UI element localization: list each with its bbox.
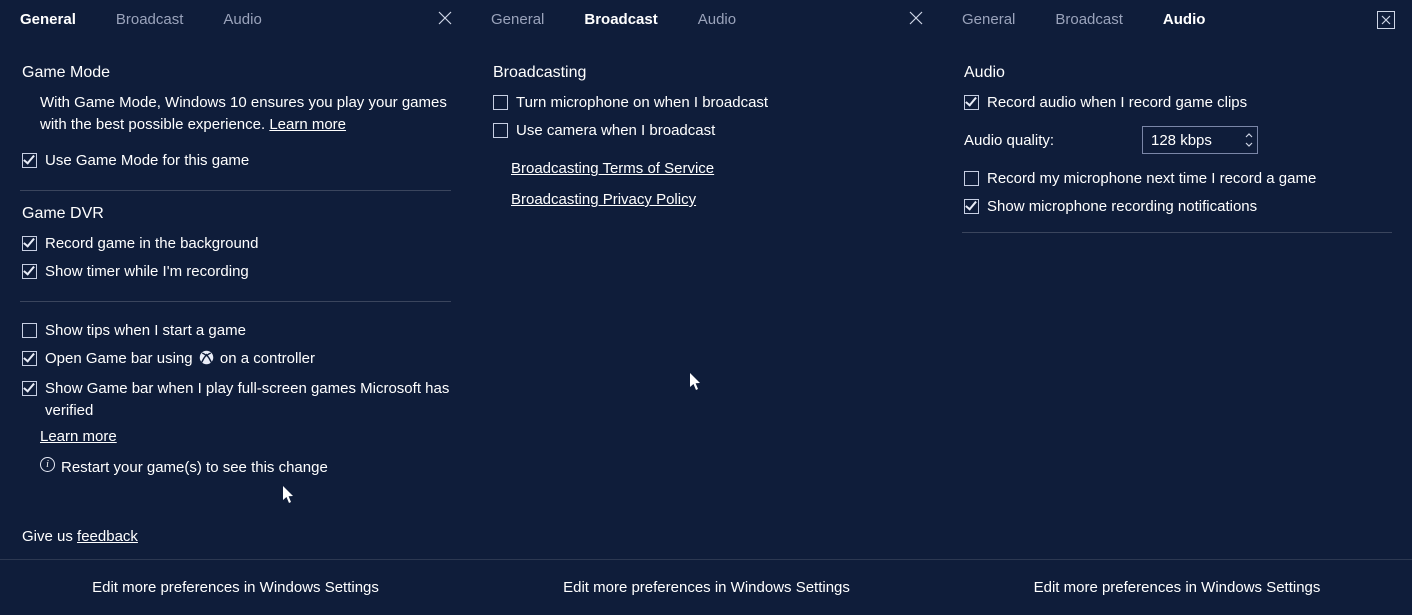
- footer-link[interactable]: Edit more preferences in Windows Setting…: [471, 559, 942, 615]
- feedback-link[interactable]: feedback: [77, 528, 138, 545]
- footer-link[interactable]: Edit more preferences in Windows Setting…: [942, 559, 1412, 615]
- audio-quality-label: Audio quality:: [964, 132, 1142, 149]
- record-bg-checkbox[interactable]: [22, 236, 37, 251]
- record-mic-label: Record my microphone next time I record …: [987, 168, 1392, 190]
- cam-on-checkbox[interactable]: [493, 123, 508, 138]
- show-tips-label: Show tips when I start a game: [45, 320, 451, 342]
- game-mode-title: Game Mode: [22, 64, 451, 82]
- tab-general[interactable]: General: [962, 0, 1029, 40]
- cam-on-label: Use camera when I broadcast: [516, 120, 922, 142]
- xbox-icon: [199, 350, 214, 372]
- use-game-mode-checkbox[interactable]: [22, 153, 37, 168]
- close-icon: [438, 11, 452, 29]
- game-mode-desc: With Game Mode, Windows 10 ensures you p…: [40, 92, 451, 136]
- audio-quality-select[interactable]: 128 kbps: [1142, 126, 1258, 154]
- tab-audio[interactable]: Audio: [698, 0, 750, 40]
- learn-more-link[interactable]: Learn more: [269, 116, 346, 133]
- show-timer-checkbox[interactable]: [22, 264, 37, 279]
- tab-broadcast[interactable]: Broadcast: [1055, 0, 1137, 40]
- show-timer-label: Show timer while I'm recording: [45, 261, 451, 283]
- learn-more-fullscreen-link[interactable]: Learn more: [40, 428, 117, 445]
- spinner-icon: [1245, 132, 1253, 148]
- tab-broadcast[interactable]: Broadcast: [584, 0, 671, 40]
- tabs-panel1: General Broadcast Audio: [0, 0, 471, 40]
- tab-audio[interactable]: Audio: [223, 0, 275, 40]
- audio-quality-value: 128 kbps: [1151, 132, 1212, 149]
- open-gamebar-label: Open Game bar using on a controller: [45, 348, 451, 372]
- record-bg-label: Record game in the background: [45, 233, 451, 255]
- tab-broadcast[interactable]: Broadcast: [116, 0, 198, 40]
- tab-general[interactable]: General: [20, 0, 90, 40]
- close-button[interactable]: [896, 0, 936, 40]
- show-mic-notif-label: Show microphone recording notifications: [987, 196, 1392, 218]
- mic-on-checkbox[interactable]: [493, 95, 508, 110]
- game-dvr-title: Game DVR: [22, 205, 451, 223]
- use-game-mode-label: Use Game Mode for this game: [45, 150, 451, 172]
- show-tips-checkbox[interactable]: [22, 323, 37, 338]
- audio-title: Audio: [964, 64, 1392, 82]
- close-button[interactable]: [1366, 0, 1406, 40]
- open-gamebar-checkbox[interactable]: [22, 351, 37, 366]
- privacy-link[interactable]: Broadcasting Privacy Policy: [511, 191, 922, 208]
- close-icon: [909, 11, 923, 29]
- footer-link[interactable]: Edit more preferences in Windows Setting…: [0, 559, 471, 615]
- broadcasting-title: Broadcasting: [493, 64, 922, 82]
- fullscreen-label: Show Game bar when I play full-screen ga…: [45, 378, 451, 422]
- info-icon: i: [40, 457, 55, 472]
- show-mic-notif-checkbox[interactable]: [964, 199, 979, 214]
- mic-on-label: Turn microphone on when I broadcast: [516, 92, 922, 114]
- tabs-panel3: General Broadcast Audio: [942, 0, 1412, 40]
- feedback-line: Give us feedback: [22, 528, 138, 545]
- record-audio-checkbox[interactable]: [964, 95, 979, 110]
- close-button[interactable]: [425, 0, 465, 40]
- tos-link[interactable]: Broadcasting Terms of Service: [511, 160, 922, 177]
- restart-note: Restart your game(s) to see this change: [61, 457, 451, 479]
- record-mic-checkbox[interactable]: [964, 171, 979, 186]
- tab-general[interactable]: General: [491, 0, 558, 40]
- record-audio-label: Record audio when I record game clips: [987, 92, 1392, 114]
- tab-audio[interactable]: Audio: [1163, 0, 1220, 40]
- close-icon: [1377, 11, 1395, 29]
- tabs-panel2: General Broadcast Audio: [471, 0, 942, 40]
- fullscreen-checkbox[interactable]: [22, 381, 37, 396]
